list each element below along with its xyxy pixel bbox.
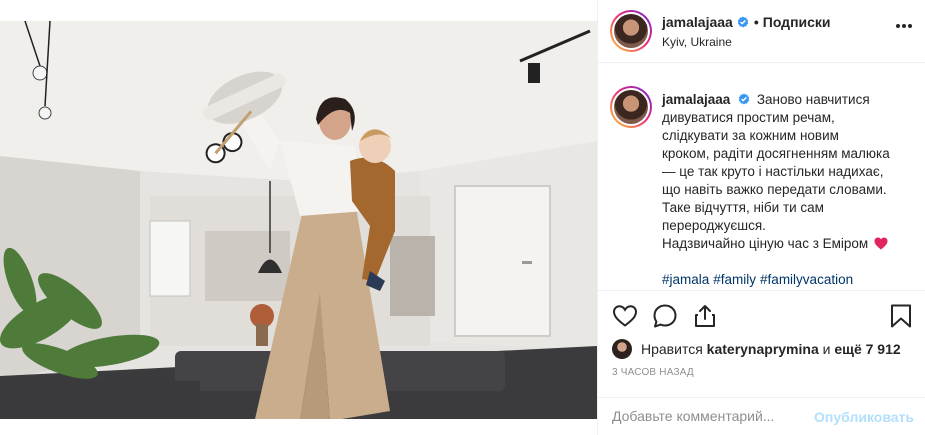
post-photo[interactable] [0,21,597,419]
action-bar [598,290,925,340]
caption-author-avatar[interactable] [610,86,652,128]
liker-username[interactable]: katerynaprymina [707,341,819,357]
author-avatar[interactable] [610,10,652,52]
hashtag-link[interactable]: #family [713,272,756,287]
caption-text: jamalajaaa Заново навчитися дивуватися п… [662,91,916,289]
caption-username[interactable]: jamalajaaa [662,92,730,107]
caption-line: Таке відчуття, ніби ти сам [662,200,824,215]
post-header: jamalajaaa • Подписки Kyiv, Ukraine [598,0,925,63]
hashtag-link[interactable]: #familyvacation [760,272,853,287]
verified-badge-icon [737,16,749,28]
likes-prefix: Нравится [641,341,703,357]
likes-count-button[interactable]: ещё 7 912 [834,341,900,357]
likes-and: и [822,341,831,357]
bookmark-icon[interactable] [888,303,914,329]
caption-line: перероджуєшся. [662,218,766,233]
share-icon[interactable] [692,303,718,329]
likes-summary: Нравится katerynaprymina и ещё 7 912 [612,338,901,360]
publish-button[interactable]: Опубликовать [814,409,914,425]
caption-line: Надзвичайно ціную час з Еміром [662,236,869,251]
caption-line: — це так круто і настільки надихає, [662,164,884,179]
header-author-line: jamalajaaa • Подписки [662,14,831,30]
post-details-panel: jamalajaaa • Подписки Kyiv, Ukraine jama… [597,0,925,435]
header-separator: • [753,14,759,30]
verified-badge-icon [738,93,750,105]
heart-icon[interactable] [612,303,638,329]
comment-icon[interactable] [652,303,678,329]
liker-avatar[interactable] [612,339,632,359]
caption-line: слідкувати за кожним новим [662,128,839,143]
location-link[interactable]: Kyiv, Ukraine [662,35,732,49]
caption-line: що навіть важко передати словами. [662,182,887,197]
red-heart-emoji-icon [874,237,888,250]
hashtag-link[interactable]: #jamala [662,272,709,287]
caption-line: Заново навчитися [756,92,870,107]
post-timestamp[interactable]: 3 часов назад [612,367,694,378]
caption-line: дивуватися простим речам, [662,110,835,125]
photo-illustration [0,21,597,419]
author-username[interactable]: jamalajaaa [662,14,733,30]
caption-area[interactable]: jamalajaaa Заново навчитися дивуватися п… [598,64,925,290]
comment-form: Опубликовать [598,397,925,435]
more-options-icon[interactable] [895,23,913,29]
caption-line: кроком, радіти досягненням малюка [662,146,890,161]
following-button[interactable]: Подписки [763,14,831,30]
comment-input[interactable] [612,408,812,424]
hashtag-list: #jamala #family #familyvacation [662,271,916,289]
